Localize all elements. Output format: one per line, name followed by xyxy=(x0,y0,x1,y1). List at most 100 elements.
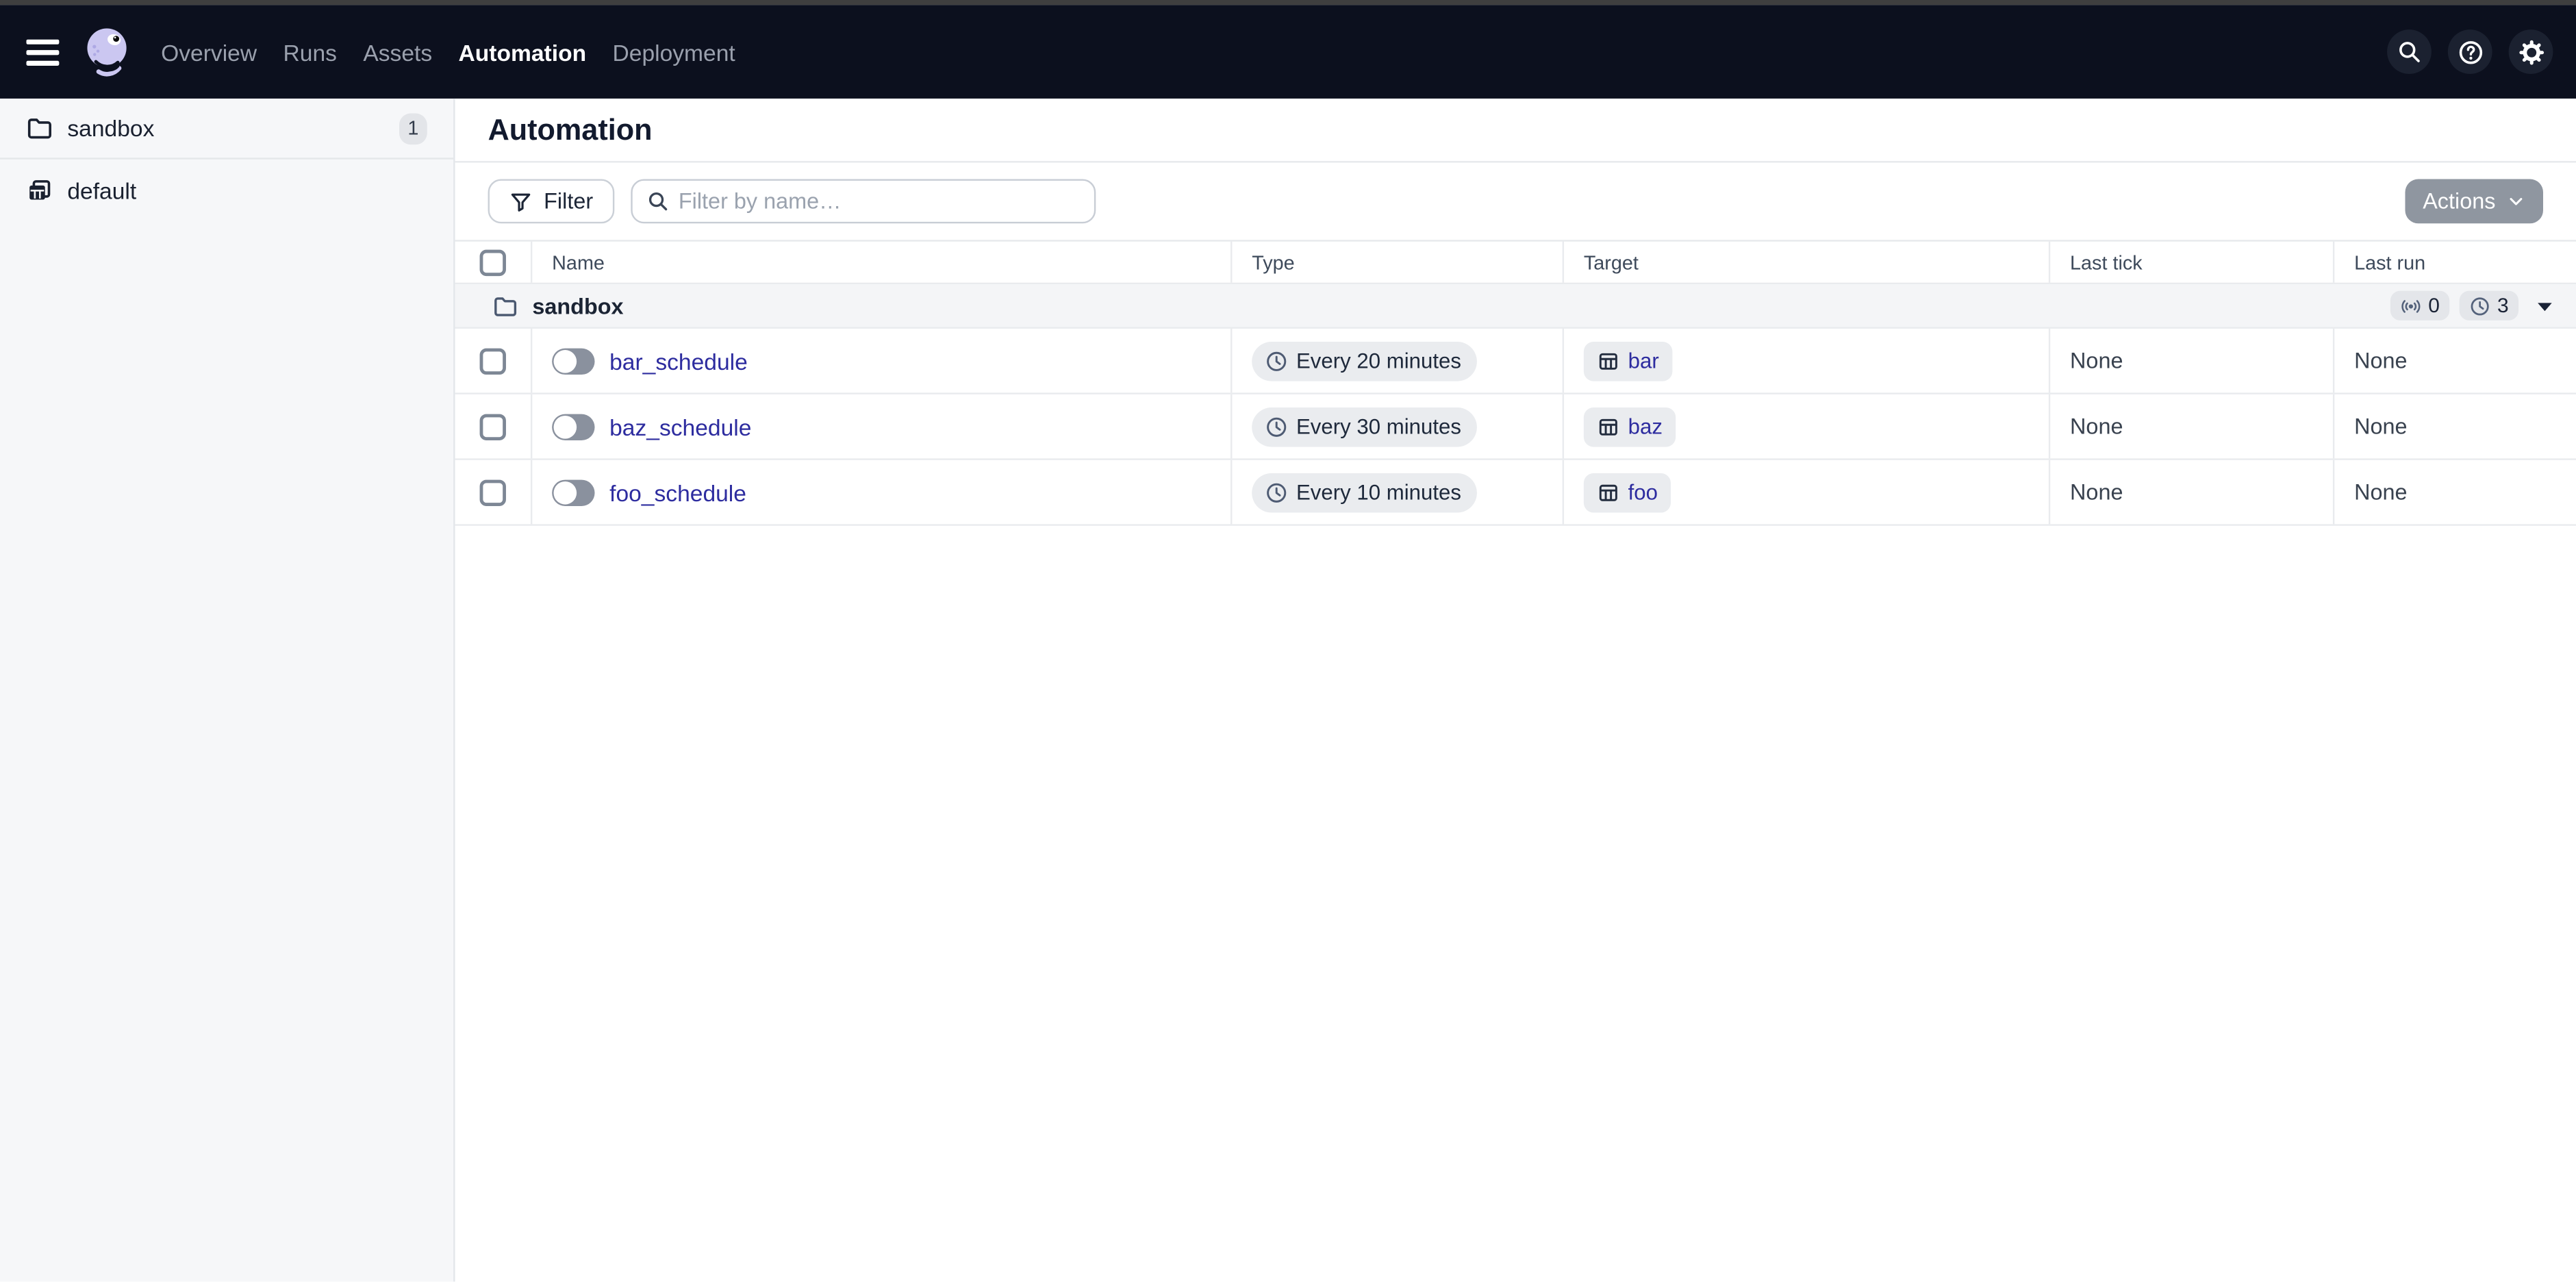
last-tick-value: None xyxy=(2070,480,2123,505)
row-checkbox[interactable] xyxy=(480,413,506,439)
toolbar: Filter Actions xyxy=(455,163,2576,240)
row-last-run-cell: None xyxy=(2334,460,2576,525)
last-tick-value: None xyxy=(2070,414,2123,439)
filter-button-label: Filter xyxy=(544,189,593,214)
row-last-run-cell: None xyxy=(2334,329,2576,393)
schedule-count: 3 xyxy=(2497,294,2509,317)
nav-actions xyxy=(2387,29,2553,74)
automation-name-link[interactable]: foo_schedule xyxy=(609,479,746,505)
search-icon xyxy=(2397,40,2421,64)
row-checkbox[interactable] xyxy=(480,479,506,505)
row-name-cell: baz_schedule xyxy=(532,394,1232,459)
schedule-toggle[interactable] xyxy=(552,479,594,505)
sensor-count: 0 xyxy=(2428,294,2440,317)
automation-name-link[interactable]: baz_schedule xyxy=(609,413,751,439)
row-name-cell: bar_schedule xyxy=(532,329,1232,393)
clock-icon xyxy=(1265,415,1288,438)
target-asset-label: baz xyxy=(1628,414,1663,439)
app-shell: sandbox 1 default Automation xyxy=(0,99,2576,1281)
menu-button[interactable] xyxy=(26,38,60,64)
row-checkbox-cell xyxy=(455,394,533,459)
row-last-run-cell: None xyxy=(2334,394,2576,459)
target-asset-link[interactable]: baz xyxy=(1584,407,1676,447)
table-header-row: Name Type Target Last tick Last run xyxy=(455,242,2576,284)
last-run-value: None xyxy=(2354,480,2407,505)
schedule-type-label: Every 20 minutes xyxy=(1296,349,1461,373)
primary-nav: Overview Runs Assets Automation Deployme… xyxy=(161,32,735,72)
last-run-value: None xyxy=(2354,349,2407,373)
column-header-name: Name xyxy=(532,242,1232,283)
column-header-target: Target xyxy=(1564,242,2050,283)
collapse-group-button[interactable] xyxy=(2536,298,2553,313)
asset-table-icon xyxy=(1597,481,1620,504)
window-top-strip xyxy=(0,0,2576,5)
dagster-logo[interactable] xyxy=(81,25,135,79)
row-name-cell: foo_schedule xyxy=(532,460,1232,525)
nav-item-deployment[interactable]: Deployment xyxy=(613,32,735,72)
actions-button[interactable]: Actions xyxy=(2405,179,2543,224)
chevron-down-icon xyxy=(2507,192,2525,210)
schedule-type-label: Every 30 minutes xyxy=(1296,414,1461,439)
main-content: Automation Filter xyxy=(455,99,2576,1281)
gear-icon xyxy=(2518,38,2544,64)
clock-icon xyxy=(1265,481,1288,504)
hamburger-icon xyxy=(26,38,60,64)
code-location-icon xyxy=(26,177,52,203)
row-type-cell: Every 20 minutes xyxy=(1232,329,1564,393)
name-filter-field xyxy=(631,179,1096,224)
sidebar-item-sandbox[interactable]: sandbox 1 xyxy=(0,99,453,160)
nav-item-overview[interactable]: Overview xyxy=(161,32,257,72)
sidebar-item-label: default xyxy=(67,177,136,203)
select-all-checkbox[interactable] xyxy=(480,249,506,275)
table-row: baz_schedule Every 30 minutes xyxy=(455,394,2576,460)
actions-button-label: Actions xyxy=(2423,189,2495,214)
target-asset-label: bar xyxy=(1628,349,1659,373)
row-checkbox-cell xyxy=(455,329,533,393)
group-label: sandbox xyxy=(532,293,623,318)
page-title: Automation xyxy=(488,112,653,147)
target-asset-link[interactable]: bar xyxy=(1584,341,1672,381)
schedule-toggle[interactable] xyxy=(552,347,594,373)
sidebar-item-label: sandbox xyxy=(67,115,154,141)
automation-name-link[interactable]: bar_schedule xyxy=(609,347,748,373)
repository-group-row: sandbox xyxy=(455,284,2576,329)
group-counts: 0 3 xyxy=(2390,291,2553,320)
asset-table-icon xyxy=(1597,349,1620,373)
help-button[interactable] xyxy=(2448,29,2492,74)
schedule-type-pill: Every 20 minutes xyxy=(1252,341,1478,381)
screen: Overview Runs Assets Automation Deployme… xyxy=(0,0,2576,1282)
row-checkbox-cell xyxy=(455,460,533,525)
filter-button[interactable]: Filter xyxy=(488,179,615,224)
clock-icon xyxy=(1265,349,1288,373)
sensor-count-badge: 0 xyxy=(2390,291,2449,320)
schedule-count-badge: 3 xyxy=(2460,291,2518,320)
column-header-type: Type xyxy=(1232,242,1564,283)
clock-icon xyxy=(2469,295,2490,316)
schedule-toggle[interactable] xyxy=(552,413,594,439)
sidebar: sandbox 1 default xyxy=(0,99,455,1281)
row-target-cell: bar xyxy=(1564,329,2050,393)
search-button[interactable] xyxy=(2387,29,2432,74)
row-target-cell: baz xyxy=(1564,394,2050,459)
schedule-type-pill: Every 10 minutes xyxy=(1252,473,1478,512)
name-filter-input[interactable] xyxy=(679,189,1079,214)
nav-item-runs[interactable]: Runs xyxy=(283,32,337,72)
nav-item-assets[interactable]: Assets xyxy=(363,32,432,72)
target-asset-link[interactable]: foo xyxy=(1584,473,1671,512)
row-last-tick-cell: None xyxy=(2050,460,2334,525)
search-icon xyxy=(647,190,668,212)
last-tick-value: None xyxy=(2070,349,2123,373)
folder-icon xyxy=(26,115,52,141)
last-run-value: None xyxy=(2354,414,2407,439)
caret-down-icon xyxy=(2536,298,2553,313)
sidebar-item-default[interactable]: default xyxy=(0,160,453,221)
table-row: foo_schedule Every 10 minutes xyxy=(455,460,2576,526)
automations-table: Name Type Target Last tick Last run sand… xyxy=(455,240,2576,525)
page-header: Automation xyxy=(455,99,2576,163)
row-checkbox[interactable] xyxy=(480,347,506,373)
column-header-last-run: Last run xyxy=(2334,242,2576,283)
nav-item-automation[interactable]: Automation xyxy=(459,32,587,72)
header-checkbox-cell xyxy=(455,242,533,283)
column-header-last-tick: Last tick xyxy=(2050,242,2334,283)
settings-button[interactable] xyxy=(2509,29,2553,74)
